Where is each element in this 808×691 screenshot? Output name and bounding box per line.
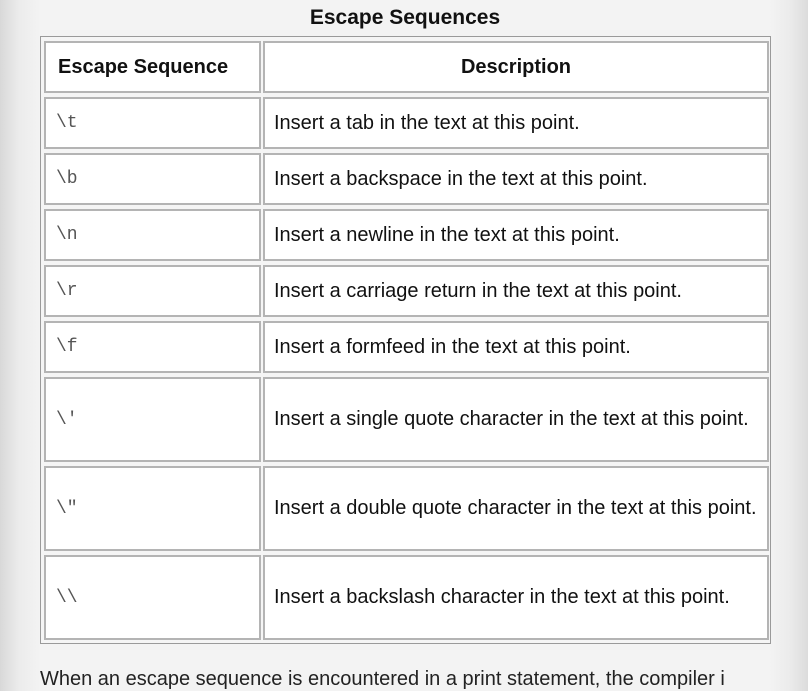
description-cell: Insert a backspace in the text at this p… — [263, 153, 769, 205]
sequence-cell: \r — [44, 265, 261, 317]
sequence-cell: \n — [44, 209, 261, 261]
description-cell: Insert a tab in the text at this point. — [263, 97, 769, 149]
description-cell: Insert a formfeed in the text at this po… — [263, 321, 769, 373]
description-cell: Insert a backslash character in the text… — [263, 555, 769, 640]
description-cell: Insert a newline in the text at this poi… — [263, 209, 769, 261]
sequence-cell: \t — [44, 97, 261, 149]
description-cell: Insert a carriage return in the text at … — [263, 265, 769, 317]
sequence-cell: \b — [44, 153, 261, 205]
body-paragraph: When an escape sequence is encountered i… — [40, 668, 725, 690]
escape-sequences-table: Escape Sequence Description \t Insert a … — [40, 36, 771, 644]
description-cell: Insert a single quote character in the t… — [263, 377, 769, 462]
sequence-cell: \" — [44, 466, 261, 551]
sequence-cell: \\ — [44, 555, 261, 640]
table-caption: Escape Sequences — [309, 6, 501, 29]
column-header-description: Description — [263, 41, 769, 93]
description-cell: Insert a double quote character in the t… — [263, 466, 769, 551]
column-header-escape-sequence: Escape Sequence — [44, 41, 261, 93]
sequence-cell: \f — [44, 321, 261, 373]
sequence-cell: \' — [44, 377, 261, 462]
